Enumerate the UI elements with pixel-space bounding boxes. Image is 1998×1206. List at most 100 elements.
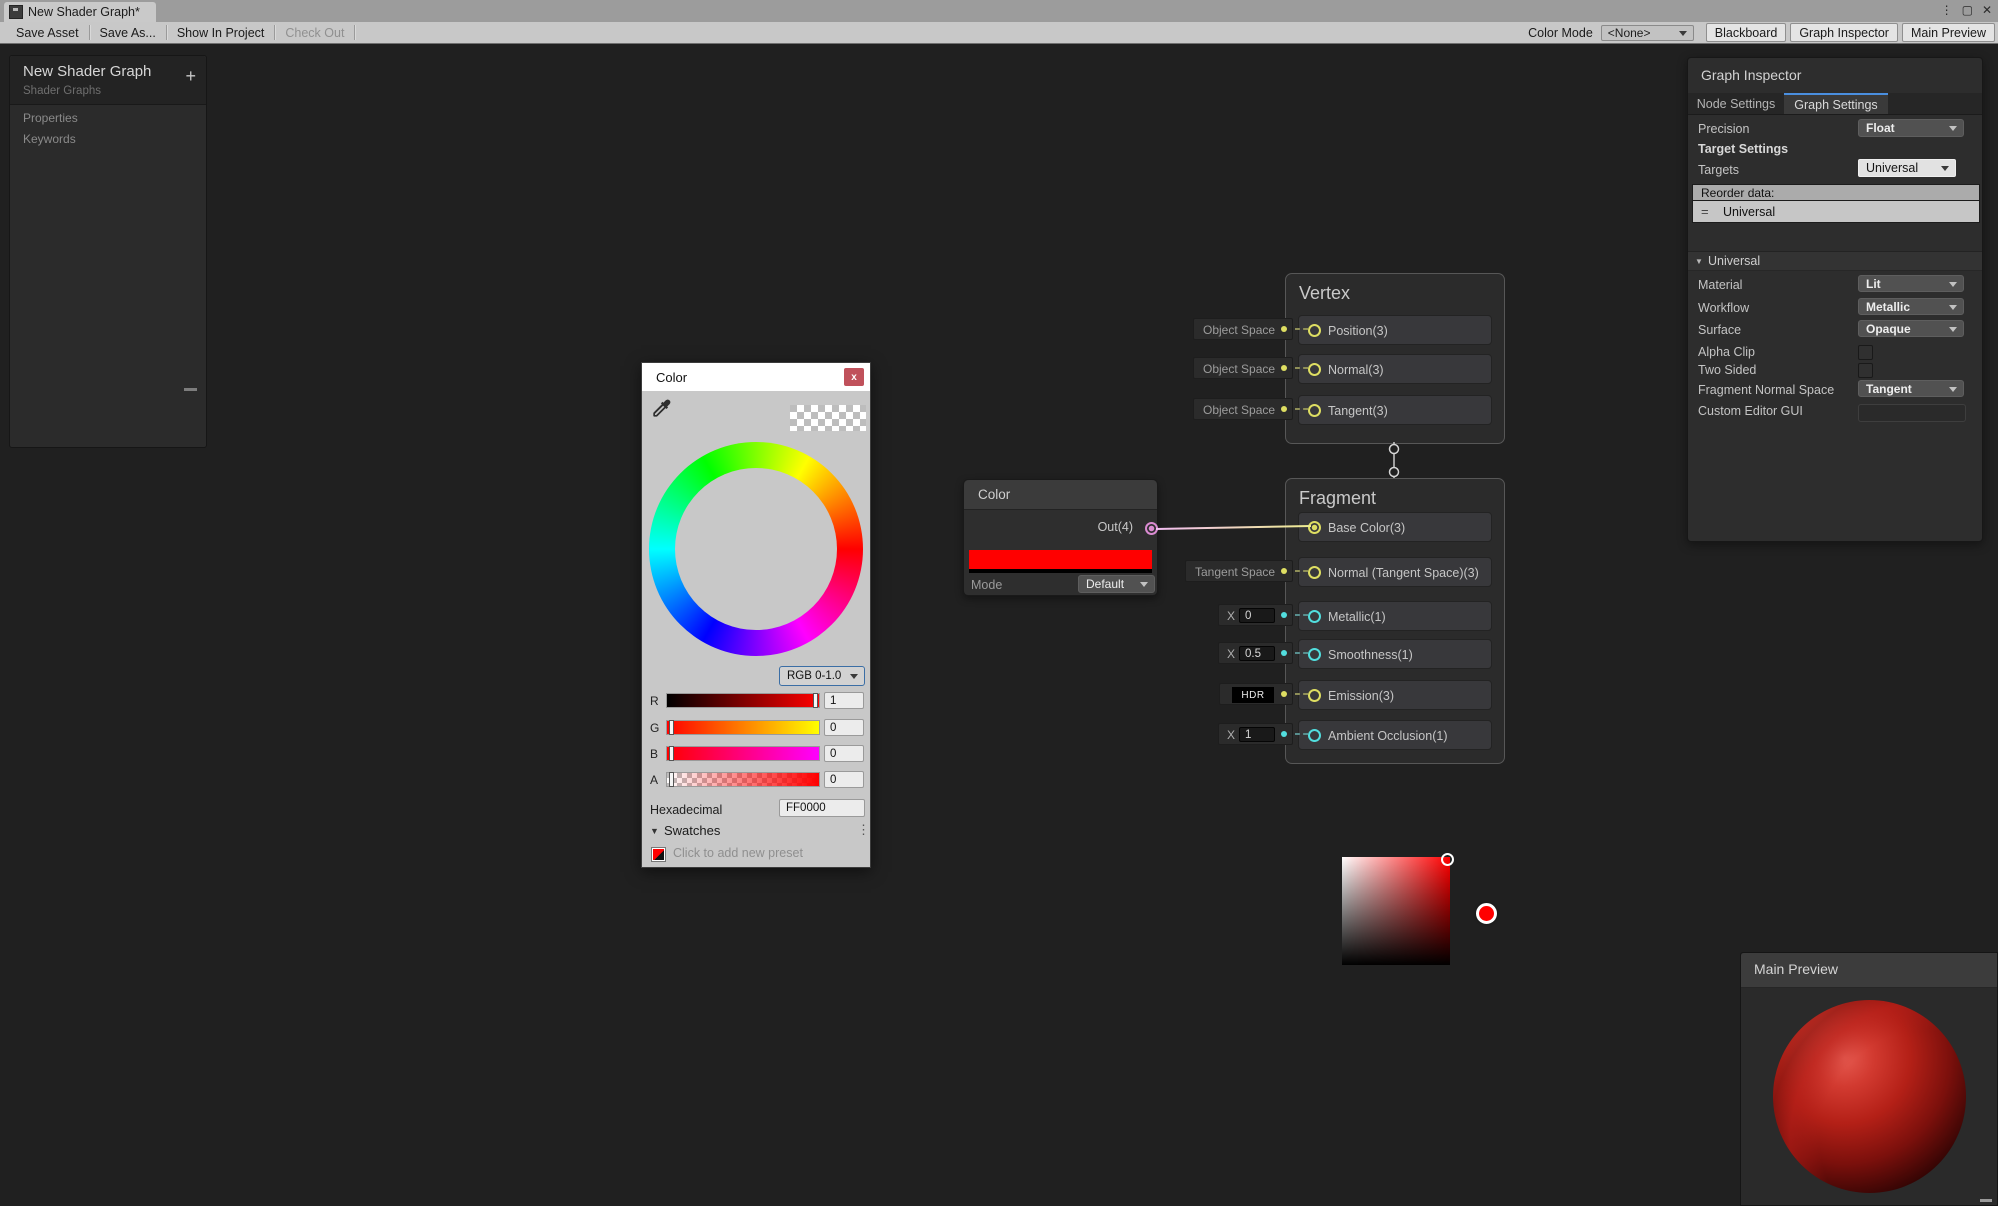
mode-dropdown[interactable]: Default bbox=[1078, 575, 1155, 593]
emission-hdr-widget[interactable]: HDR bbox=[1219, 683, 1293, 705]
blackboard-section-keywords[interactable]: Keywords bbox=[23, 132, 76, 146]
targets-dropdown[interactable]: Universal bbox=[1858, 159, 1956, 177]
color-picker-titlebar[interactable]: Color x bbox=[642, 363, 870, 391]
universal-section-header[interactable]: ▼ Universal bbox=[1688, 251, 1982, 271]
saturation-value-box[interactable] bbox=[1342, 857, 1450, 965]
graph-inspector-panel: Graph Inspector Node Settings Graph Sett… bbox=[1687, 57, 1983, 542]
show-in-project-button[interactable]: Show In Project bbox=[167, 26, 275, 40]
normal-port[interactable] bbox=[1308, 363, 1321, 376]
drag-handle-icon[interactable]: = bbox=[1701, 204, 1709, 219]
g-value-field[interactable]: 0 bbox=[824, 719, 864, 736]
b-value-field[interactable]: 0 bbox=[824, 745, 864, 762]
add-property-button[interactable]: + bbox=[185, 67, 196, 85]
out-port-label: Out(4) bbox=[1098, 520, 1133, 534]
add-preset-hint[interactable]: Click to add new preset bbox=[673, 846, 803, 860]
two-sided-checkbox[interactable] bbox=[1858, 363, 1873, 378]
fragment-context-node[interactable]: Fragment Base Color(3) Normal (Tangent S… bbox=[1285, 478, 1505, 764]
tangent-port[interactable] bbox=[1308, 404, 1321, 417]
tab-graph-settings[interactable]: Graph Settings bbox=[1784, 93, 1888, 114]
hue-wheel-hole bbox=[675, 468, 837, 630]
a-slider[interactable] bbox=[666, 772, 820, 787]
more-icon[interactable]: ⋮ bbox=[1941, 3, 1953, 17]
eyedropper-icon[interactable] bbox=[649, 397, 673, 421]
emission-port[interactable] bbox=[1308, 689, 1321, 702]
material-dropdown[interactable]: Lit bbox=[1858, 275, 1964, 292]
position-space-widget[interactable]: Object Space bbox=[1193, 318, 1293, 340]
vertex-context-node[interactable]: Vertex Position(3) Normal(3) Tangent(3) bbox=[1285, 273, 1505, 444]
graph-inspector-toggle-button[interactable]: Graph Inspector bbox=[1790, 23, 1898, 42]
dash-connector bbox=[1295, 652, 1308, 654]
preview-resize-handle[interactable] bbox=[1980, 1199, 1992, 1202]
g-slider-handle[interactable] bbox=[669, 720, 674, 735]
color-out-port[interactable] bbox=[1145, 522, 1158, 535]
fragment-normal-space-dropdown[interactable]: Tangent bbox=[1858, 380, 1964, 397]
save-asset-button[interactable]: Save Asset bbox=[6, 26, 89, 40]
emission-block[interactable]: Emission(3) bbox=[1298, 680, 1492, 710]
smoothness-value-widget[interactable]: X 0.5 bbox=[1218, 642, 1293, 664]
workflow-dropdown[interactable]: Metallic bbox=[1858, 298, 1964, 315]
foldout-icon[interactable]: ▼ bbox=[1695, 257, 1703, 266]
blackboard-section-properties[interactable]: Properties bbox=[23, 111, 78, 125]
ambient-occlusion-port[interactable] bbox=[1308, 729, 1321, 742]
r-slider-handle[interactable] bbox=[813, 693, 818, 708]
r-slider[interactable] bbox=[666, 693, 820, 708]
close-dialog-button[interactable]: x bbox=[844, 368, 864, 386]
blackboard-toggle-button[interactable]: Blackboard bbox=[1706, 23, 1787, 42]
blackboard-resize-handle[interactable] bbox=[184, 388, 197, 391]
saturation-value-indicator[interactable] bbox=[1441, 853, 1454, 866]
tangent-block[interactable]: Tangent(3) bbox=[1298, 395, 1492, 425]
b-slider-handle[interactable] bbox=[669, 746, 674, 761]
main-preview-toggle-button[interactable]: Main Preview bbox=[1902, 23, 1995, 42]
hue-indicator[interactable] bbox=[1476, 903, 1497, 924]
metallic-block[interactable]: Metallic(1) bbox=[1298, 601, 1492, 631]
ambient-occlusion-value-widget[interactable]: X 1 bbox=[1218, 723, 1293, 745]
tab-node-settings[interactable]: Node Settings bbox=[1688, 93, 1784, 114]
normal-space-widget[interactable]: Object Space bbox=[1193, 357, 1293, 379]
preset-color-swatch[interactable] bbox=[651, 847, 666, 862]
alpha-clip-checkbox[interactable] bbox=[1858, 345, 1873, 360]
hexadecimal-field[interactable]: FF0000 bbox=[779, 799, 865, 817]
metallic-value-widget[interactable]: X 0 bbox=[1218, 604, 1293, 626]
hdr-badge[interactable]: HDR bbox=[1232, 687, 1274, 703]
save-as-button[interactable]: Save As... bbox=[90, 26, 166, 40]
check-out-button: Check Out bbox=[275, 26, 354, 40]
swatches-label[interactable]: Swatches bbox=[664, 823, 720, 838]
base-color-block[interactable]: Base Color(3) bbox=[1298, 512, 1492, 542]
color-node[interactable]: Color Out(4) Mode Default bbox=[963, 479, 1158, 596]
swatches-foldout-icon[interactable]: ▼ bbox=[650, 826, 659, 836]
metallic-port[interactable] bbox=[1308, 610, 1321, 623]
preview-sphere[interactable] bbox=[1773, 1000, 1966, 1193]
tangent-space-widget[interactable]: Object Space bbox=[1193, 398, 1293, 420]
smoothness-port[interactable] bbox=[1308, 648, 1321, 661]
r-value-field[interactable]: 1 bbox=[824, 692, 864, 709]
reorder-item-universal[interactable]: = Universal bbox=[1692, 201, 1980, 223]
normal-ts-port[interactable] bbox=[1308, 566, 1321, 579]
hue-wheel[interactable] bbox=[649, 442, 863, 656]
ambient-occlusion-block[interactable]: Ambient Occlusion(1) bbox=[1298, 720, 1492, 750]
base-color-port[interactable] bbox=[1308, 521, 1321, 534]
surface-dropdown[interactable]: Opaque bbox=[1858, 320, 1964, 337]
b-slider[interactable] bbox=[666, 746, 820, 761]
rgb-mode-dropdown[interactable]: RGB 0-1.0 bbox=[779, 666, 865, 686]
g-slider[interactable] bbox=[666, 720, 820, 735]
color-mode-dropdown[interactable]: <None> bbox=[1601, 25, 1694, 41]
dash-connector bbox=[1295, 408, 1308, 410]
main-preview-header[interactable]: Main Preview bbox=[1741, 953, 1997, 988]
document-tab-label: New Shader Graph* bbox=[28, 5, 140, 19]
normal-ts-space-widget[interactable]: Tangent Space bbox=[1185, 560, 1293, 582]
position-block[interactable]: Position(3) bbox=[1298, 315, 1492, 345]
maximize-icon[interactable]: ▢ bbox=[1962, 3, 1973, 17]
kebab-menu-icon[interactable]: ⋮ bbox=[857, 822, 870, 838]
a-slider-handle[interactable] bbox=[669, 772, 674, 787]
normal-block[interactable]: Normal(3) bbox=[1298, 354, 1492, 384]
normal-ts-block[interactable]: Normal (Tangent Space)(3) bbox=[1298, 557, 1492, 587]
custom-editor-gui-field[interactable] bbox=[1858, 404, 1966, 422]
position-port[interactable] bbox=[1308, 324, 1321, 337]
document-tab[interactable]: New Shader Graph* bbox=[4, 2, 156, 22]
close-icon[interactable]: ✕ bbox=[1982, 3, 1992, 17]
smoothness-block[interactable]: Smoothness(1) bbox=[1298, 639, 1492, 669]
color-node-swatch[interactable] bbox=[969, 550, 1152, 569]
precision-dropdown[interactable]: Float bbox=[1858, 119, 1964, 137]
a-value-field[interactable]: 0 bbox=[824, 771, 864, 788]
dash-connector bbox=[1295, 570, 1308, 572]
